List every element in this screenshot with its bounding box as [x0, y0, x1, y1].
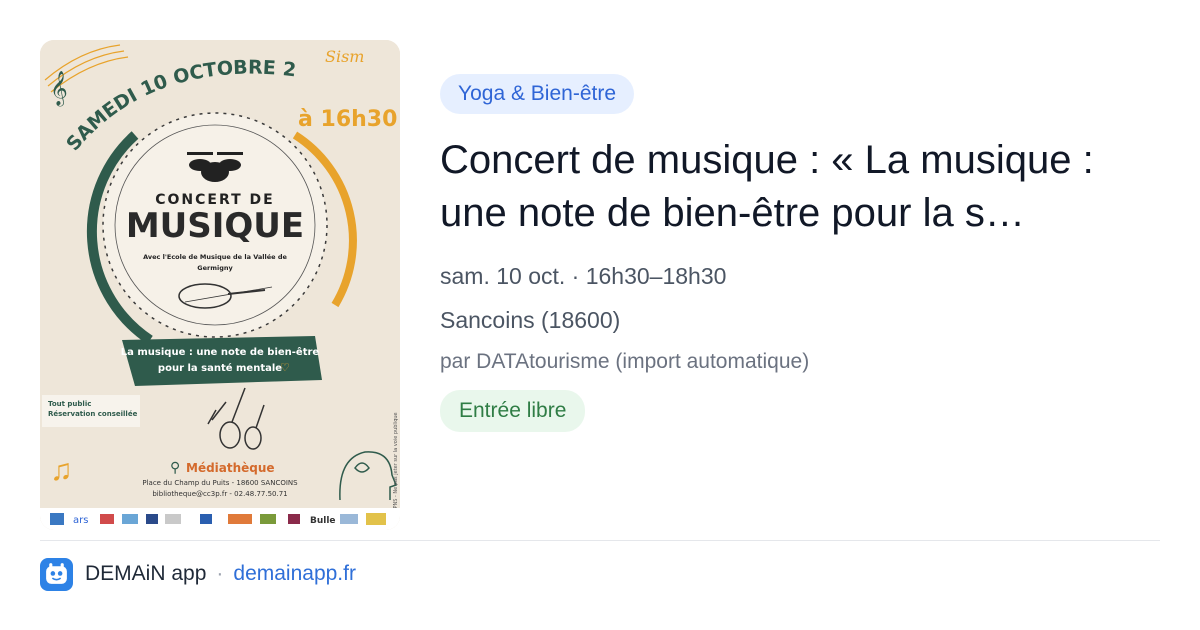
logo-ars: ars: [73, 515, 88, 526]
heart-icon: ♡: [280, 362, 290, 374]
poster-contact: bibliotheque@cc3p.fr - 02.48.77.50.71: [152, 490, 287, 498]
treble-clef-icon: 𝄞: [50, 71, 68, 107]
poster-signature: Sism: [325, 47, 364, 66]
poster-artwork: 𝄞 Sism SAMEDI 10 OCTOBRE 2026 à 16h30 CO…: [40, 40, 400, 530]
category-tag[interactable]: Yoga & Bien-être: [440, 74, 635, 114]
poster-audience-line2: Réservation conseillée: [48, 410, 138, 418]
poster-side-note: IPNS - Ne pas jeter sur la voie publique: [393, 412, 399, 510]
event-info: Yoga & Bien-être Concert de musique : « …: [440, 74, 1160, 432]
poster-with-line2: Germigny: [197, 264, 233, 272]
price-badge: Entrée libre: [440, 390, 586, 432]
poster-heading-big: MUSIQUE: [126, 206, 304, 246]
poster-with-line1: Avec l'Ecole de Musique de la Vallée de: [143, 253, 287, 261]
app-domain-link[interactable]: demainapp.fr: [233, 562, 356, 586]
poster-banner: [122, 336, 322, 386]
poster-time: à 16h30: [298, 107, 397, 132]
poster-venue: Médiathèque: [186, 461, 275, 475]
poster-address: Place du Champ du Puits - 18600 SANCOINS: [142, 479, 298, 487]
footer-divider: [40, 540, 1160, 541]
app-logo-icon[interactable]: [40, 557, 73, 591]
poster-banner-line2: pour la santé mentale: [158, 362, 282, 374]
logo-bulle: Bulle: [310, 516, 336, 526]
app-name: DEMAiN app: [85, 562, 207, 585]
poster-audience-line1: Tout public: [48, 400, 91, 408]
event-source: par DATAtourisme (import automatique): [440, 350, 810, 373]
event-title[interactable]: Concert de musique : « La musique : une …: [440, 134, 1120, 240]
footer-separator: ·: [216, 562, 224, 585]
event-location: Sancoins (18600): [440, 307, 621, 333]
music-notes-icon: ♫: [50, 454, 73, 487]
location-pin-icon: ⚲: [170, 459, 180, 475]
footer: DEMAiN app · demainapp.fr: [40, 557, 356, 591]
event-datetime: sam. 10 oct. · 16h30–18h30: [440, 263, 727, 289]
event-card[interactable]: 𝄞 Sism SAMEDI 10 OCTOBRE 2026 à 16h30 CO…: [40, 40, 1160, 530]
event-poster-image[interactable]: 𝄞 Sism SAMEDI 10 OCTOBRE 2026 à 16h30 CO…: [40, 40, 400, 530]
poster-banner-line1: La musique : une note de bien-être: [121, 346, 320, 358]
